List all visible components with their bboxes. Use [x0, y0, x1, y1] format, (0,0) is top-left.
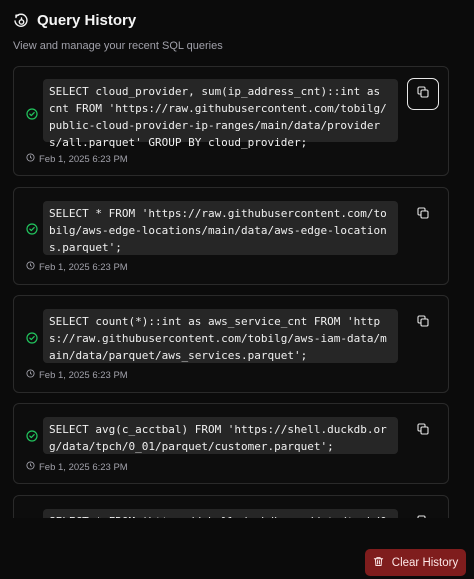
clock-icon: [26, 153, 35, 165]
clock-icon: [26, 369, 35, 381]
page-subtitle: View and manage your recent SQL queries: [13, 40, 223, 52]
clear-history-button[interactable]: Clear History: [365, 549, 466, 576]
timestamp-text: Feb 1, 2025 6:23 PM: [39, 153, 128, 165]
trash-icon: [373, 556, 384, 570]
timestamp-text: Feb 1, 2025 6:23 PM: [39, 461, 128, 473]
check-circle-icon: [26, 331, 38, 344]
copy-icon: [417, 85, 429, 103]
query-card: SELECT * FROM 'https://raw.githubusercon…: [13, 187, 449, 285]
copy-button[interactable]: [407, 507, 439, 518]
timestamp-text: Feb 1, 2025 6:23 PM: [39, 369, 128, 381]
copy-icon: [417, 206, 429, 224]
query-card: SELECT cloud_provider, sum(ip_address_cn…: [13, 66, 449, 176]
copy-button[interactable]: [407, 415, 439, 447]
query-card: SELECT * FROM 'https://shell.duckdb.org/…: [13, 495, 449, 518]
clock-icon: [26, 461, 35, 473]
query-history-list[interactable]: SELECT cloud_provider, sum(ip_address_cn…: [13, 66, 449, 518]
timestamp-text: Feb 1, 2025 6:23 PM: [39, 261, 128, 273]
check-circle-icon: [26, 107, 38, 120]
query-card: SELECT avg(c_acctbal) FROM 'https://shel…: [13, 403, 449, 484]
clear-history-label: Clear History: [391, 556, 459, 569]
copy-button[interactable]: [407, 199, 439, 231]
query-sql: SELECT cloud_provider, sum(ip_address_cn…: [43, 79, 398, 149]
check-circle-icon: [26, 222, 38, 235]
query-sql: SELECT * FROM 'https://raw.githubusercon…: [43, 201, 398, 255]
copy-button[interactable]: [407, 307, 439, 339]
query-timestamp: Feb 1, 2025 6:23 PM: [26, 261, 128, 273]
clock-icon: [26, 261, 35, 273]
copy-button[interactable]: [407, 78, 439, 110]
query-timestamp: Feb 1, 2025 6:23 PM: [26, 369, 128, 381]
query-sql: SELECT avg(c_acctbal) FROM 'https://shel…: [43, 417, 398, 454]
copy-icon: [417, 422, 429, 440]
query-card: SELECT count(*)::int as aws_service_cnt …: [13, 295, 449, 393]
copy-icon: [417, 314, 429, 332]
query-sql: SELECT * FROM 'https://shell.duckdb.org/…: [43, 509, 398, 518]
page-title: Query History: [37, 12, 137, 29]
panel-header: Query History: [13, 12, 136, 29]
check-circle-icon: [26, 429, 38, 442]
query-timestamp: Feb 1, 2025 6:23 PM: [26, 461, 128, 473]
history-icon: [13, 13, 29, 29]
query-timestamp: Feb 1, 2025 6:23 PM: [26, 153, 128, 165]
query-sql: SELECT count(*)::int as aws_service_cnt …: [43, 309, 398, 363]
